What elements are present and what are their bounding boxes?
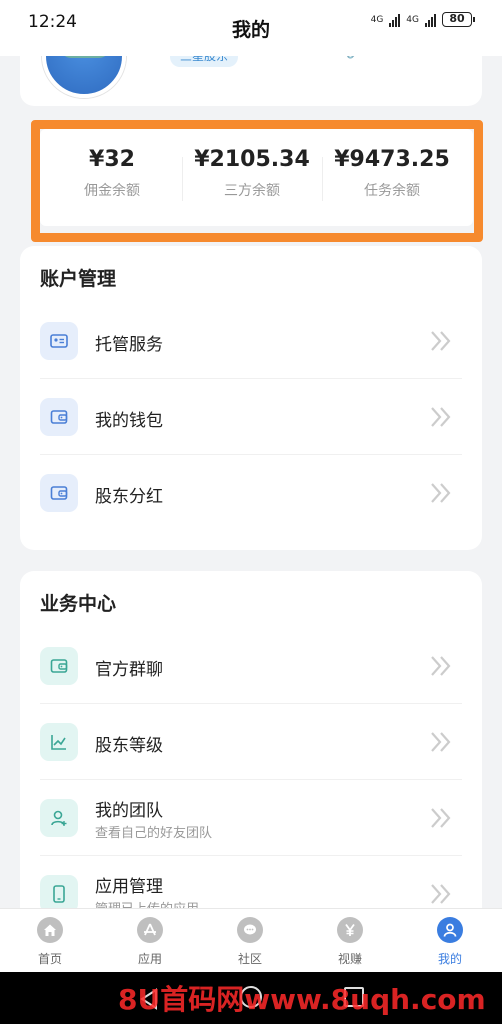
signal-icon (389, 13, 401, 27)
home-icon (37, 917, 63, 943)
bottom-tab-bar: 首页 应用 社区 视赚 我的 (0, 908, 502, 972)
chat-icon (237, 917, 263, 943)
chevron-double-right-icon (431, 808, 451, 828)
network-label-2: 4G (406, 14, 419, 25)
section-title: 业务中心 (40, 593, 117, 615)
yen-icon (337, 917, 363, 943)
chevron-double-right-icon (431, 407, 451, 427)
tab-community[interactable]: 社区 (200, 909, 300, 973)
app-store-icon (137, 917, 163, 943)
user-add-icon (40, 799, 78, 837)
tab-label: 首页 (37, 952, 62, 966)
menu-item-label: 我的团队 (95, 801, 163, 821)
tab-label: 应用 (137, 952, 162, 966)
chevron-double-right-icon (431, 884, 451, 904)
menu-item-wallet[interactable]: 我的钱包 (40, 379, 462, 455)
section-title: 账户管理 (40, 268, 117, 290)
tab-label: 社区 (237, 952, 262, 966)
highlight-box (31, 120, 483, 242)
wallet-icon (40, 398, 78, 436)
id-card-icon (40, 322, 78, 360)
tab-label: 视赚 (337, 952, 362, 966)
tab-home[interactable]: 首页 (0, 909, 100, 973)
chevron-double-right-icon (431, 483, 451, 503)
watermark: 8U首码网www.8uqh.com (118, 983, 486, 1016)
menu-item-label: 托管服务 (95, 335, 163, 355)
tab-apps[interactable]: 应用 (100, 909, 200, 973)
tab-label: 我的 (437, 952, 462, 966)
menu-item-official-group[interactable]: 官方群聊 (40, 628, 462, 704)
menu-item-custody[interactable]: 托管服务 (40, 303, 462, 379)
status-indicators: 4G 4G 80 (370, 12, 475, 27)
system-nav-bar: 8U首码网www.8uqh.com (0, 972, 502, 1024)
chevron-double-right-icon (431, 331, 451, 351)
signal-icon-2 (425, 13, 436, 27)
menu-item-label: 股东等级 (95, 736, 163, 756)
status-bar: 12:24 我的 4G 4G 80 (0, 0, 502, 56)
network-label: 4G (370, 14, 384, 25)
menu-item-label: 应用管理 (95, 877, 163, 897)
menu-item-dividend[interactable]: 股东分红 (40, 455, 462, 531)
menu-item-shareholder-level[interactable]: 股东等级 (40, 704, 462, 780)
account-section: 账户管理 托管服务 我的钱包 股东分红 (20, 246, 482, 550)
menu-item-label: 官方群聊 (95, 660, 163, 680)
chart-icon (40, 723, 78, 761)
menu-item-my-team[interactable]: 我的团队 查看自己的好友团队 (40, 780, 462, 856)
tab-earn[interactable]: 视赚 (300, 909, 400, 973)
chevron-double-right-icon (431, 656, 451, 676)
battery-icon: 80 (442, 12, 475, 27)
chevron-double-right-icon (431, 732, 451, 752)
menu-item-label: 我的钱包 (95, 411, 163, 431)
menu-item-label: 股东分红 (95, 487, 163, 507)
wallet-icon (40, 474, 78, 512)
menu-item-subtitle: 查看自己的好友团队 (95, 826, 213, 841)
business-section: 业务中心 官方群聊 股东等级 我的团队 查看自己的好友团队 应用管理 管理已上传… (20, 571, 482, 931)
wallet-icon (40, 647, 78, 685)
user-icon (437, 917, 463, 943)
tab-mine[interactable]: 我的 (400, 909, 500, 973)
